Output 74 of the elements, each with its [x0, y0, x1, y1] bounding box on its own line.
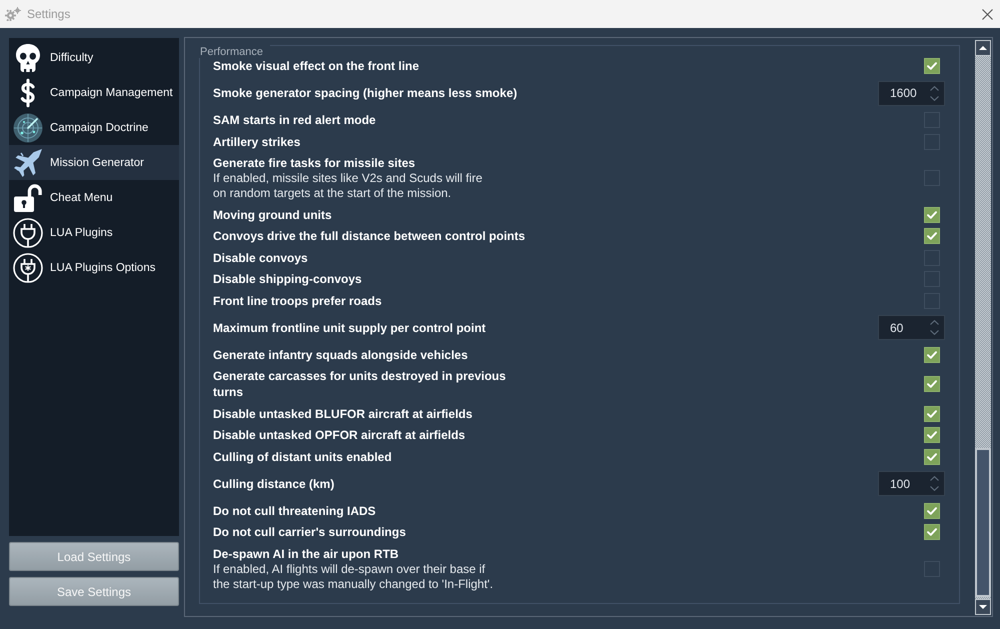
checkbox[interactable] [924, 448, 940, 464]
sidebar-item[interactable]: Campaign Management [9, 75, 179, 110]
setting-label: Maximum frontline unit supply per control point [213, 320, 486, 336]
chevron-down-icon [930, 96, 939, 100]
chevron-down-icon [930, 330, 939, 335]
chevron-up-icon [930, 476, 939, 481]
setting-label: Culling of distant units enabled [213, 448, 392, 464]
check-icon [927, 62, 937, 70]
triangle-up-icon [979, 46, 987, 50]
checkbox[interactable] [924, 346, 940, 362]
setting-label: Smoke generator spacing (higher means less smoke) [213, 85, 518, 101]
number-spinner[interactable]: 60 [878, 315, 945, 340]
check-icon [927, 506, 937, 514]
setting-label: Smoke visual effect on the front line [213, 58, 420, 74]
scrollbar-thumb[interactable] [975, 448, 991, 597]
checkbox[interactable] [924, 406, 940, 422]
check-icon [927, 210, 937, 218]
setting-label: Do not cull carrier's surroundings [213, 524, 406, 540]
dollar-icon [20, 78, 36, 108]
number-spinner[interactable]: 100 [878, 471, 945, 496]
close-icon [982, 8, 992, 20]
scroll-down-button[interactable] [975, 599, 991, 615]
chevron-up-icon [930, 86, 939, 90]
padlock-icon [13, 182, 43, 212]
setting-label: Generate fire tasks for missile sites [213, 155, 416, 171]
check-icon [927, 431, 937, 439]
sidebar-item[interactable]: Difficulty [9, 40, 179, 75]
setting-description: If enabled, missile sites like V2s and Scuds will fire on random targets at the start of the mission. [213, 171, 482, 201]
sidebar-item[interactable]: Cheat Menu [9, 180, 179, 215]
setting-label: Generate carcasses for units destroyed in previous turns [213, 368, 507, 400]
checkbox[interactable] [924, 376, 940, 392]
triangle-down-icon [979, 605, 987, 609]
setting-label: SAM starts in red alert mode [213, 112, 376, 128]
sidebar-item[interactable]: LUA Plugins [9, 215, 179, 250]
setting-label: Disable convoys [213, 250, 308, 266]
number-spinner[interactable]: 1600 [878, 80, 945, 106]
checkbox[interactable] [924, 228, 940, 244]
gear-icon [5, 7, 21, 21]
setting-label: Generate infantry squads alongside vehicles [213, 346, 468, 362]
setting-label: De-spawn AI in the air upon RTB [213, 546, 399, 562]
chevron-up-icon [930, 320, 939, 325]
setting-label: Artillery strikes [213, 134, 300, 150]
check-icon [927, 410, 937, 418]
setting-label: Moving ground units [213, 206, 332, 222]
setting-label: Disable shipping-convoys [213, 271, 362, 287]
skull-icon [13, 42, 43, 72]
setting-label: Do not cull threatening IADS [213, 502, 376, 518]
sidebar-item[interactable]: Mission Generator [9, 145, 179, 180]
checkbox[interactable] [924, 427, 940, 443]
checkbox[interactable] [924, 206, 940, 222]
plug-icon [13, 218, 43, 248]
window-title: Settings [27, 7, 70, 21]
scroll-up-button[interactable] [975, 40, 991, 56]
check-icon [927, 528, 937, 536]
sidebar-item[interactable]: Campaign Doctrine [9, 110, 179, 145]
setting-label: Culling distance (km) [213, 476, 334, 492]
setting-label: Disable untasked BLUFOR aircraft at airfields [213, 406, 472, 422]
setting-description: If enabled, AI flights will de-spawn over their base if the start-up type was manually changed to 'In-Flight'. [213, 562, 494, 592]
radar-icon [13, 112, 43, 142]
checkbox[interactable] [924, 58, 940, 74]
group-title: Performance [199, 46, 264, 58]
checkbox[interactable] [924, 502, 940, 518]
check-icon [927, 232, 937, 240]
check-icon [927, 380, 937, 388]
jet-icon [13, 148, 43, 178]
check-icon [927, 452, 937, 460]
sidebar-item[interactable]: LUA Plugins Options [9, 250, 179, 285]
checkbox[interactable] [924, 524, 940, 540]
setting-label: Front line troops prefer roads [213, 292, 382, 308]
check-icon [927, 350, 937, 358]
setting-label: Convoys drive the full distance between control points [213, 228, 526, 244]
plug-gear-icon [13, 252, 43, 282]
chevron-down-icon [930, 486, 939, 491]
setting-label: Disable untasked OPFOR aircraft at airfields [213, 427, 466, 443]
